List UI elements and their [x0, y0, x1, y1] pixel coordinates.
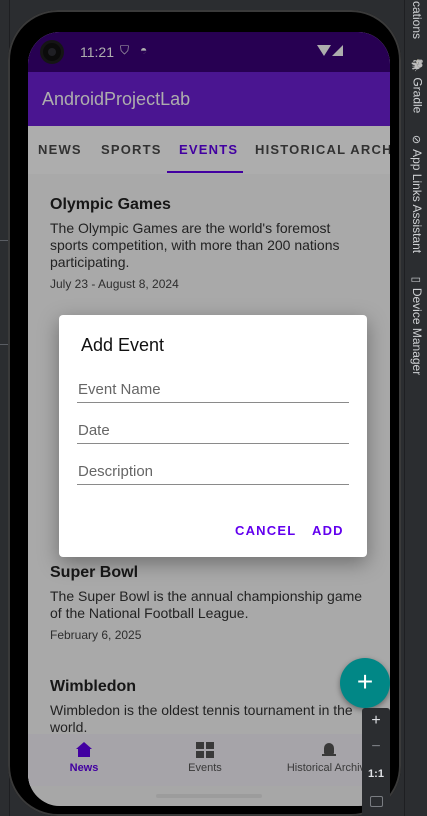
tool-tab-notifications[interactable]: cations	[407, 0, 427, 40]
zoom-out-button[interactable]: −	[362, 738, 390, 756]
tool-tab-label: Gradle	[410, 77, 425, 114]
add-event-dialog: Add Event CANCEL ADD	[59, 315, 367, 557]
date-field[interactable]	[77, 418, 349, 444]
add-button[interactable]: ADD	[312, 523, 344, 538]
dialog-title: Add Event	[81, 335, 165, 355]
tool-tab-device-manager[interactable]: ▯ Device Manager	[407, 274, 427, 378]
cancel-button[interactable]: CANCEL	[235, 523, 296, 538]
tool-tab-app-links-assistant[interactable]: ⊘ App Links Assistant	[407, 134, 427, 254]
ide-tool-window-strip: cations 🐘 Gradle ⊘ App Links Assistant ▯ De…	[404, 0, 427, 816]
zoom-in-button[interactable]: +	[362, 712, 390, 730]
emulator-frame: 11:21 ⛉ ◓ AndroidProjectLab NEWS SPORTS …	[8, 10, 401, 816]
add-fab-button[interactable]: +	[340, 658, 390, 708]
gradle-icon: 🐘	[410, 58, 423, 73]
link-icon: ⊘	[410, 134, 423, 145]
tool-tab-label: cations	[410, 0, 424, 40]
tool-tab-label: Device Manager	[410, 287, 424, 376]
device-icon: ▯	[410, 276, 423, 283]
tool-tab-label: App Links Assistant	[410, 149, 424, 254]
ide-divider	[0, 344, 8, 345]
event-name-field[interactable]	[77, 377, 349, 403]
ide-divider	[0, 240, 8, 241]
fit-screen-icon[interactable]	[370, 796, 383, 807]
zoom-controls: + − 1:1	[362, 708, 390, 816]
actual-size-button[interactable]: 1:1	[362, 768, 390, 780]
description-field[interactable]	[77, 459, 349, 485]
tool-tab-gradle[interactable]: 🐘 Gradle	[407, 58, 427, 114]
device-screen: 11:21 ⛉ ◓ AndroidProjectLab NEWS SPORTS …	[28, 32, 390, 806]
